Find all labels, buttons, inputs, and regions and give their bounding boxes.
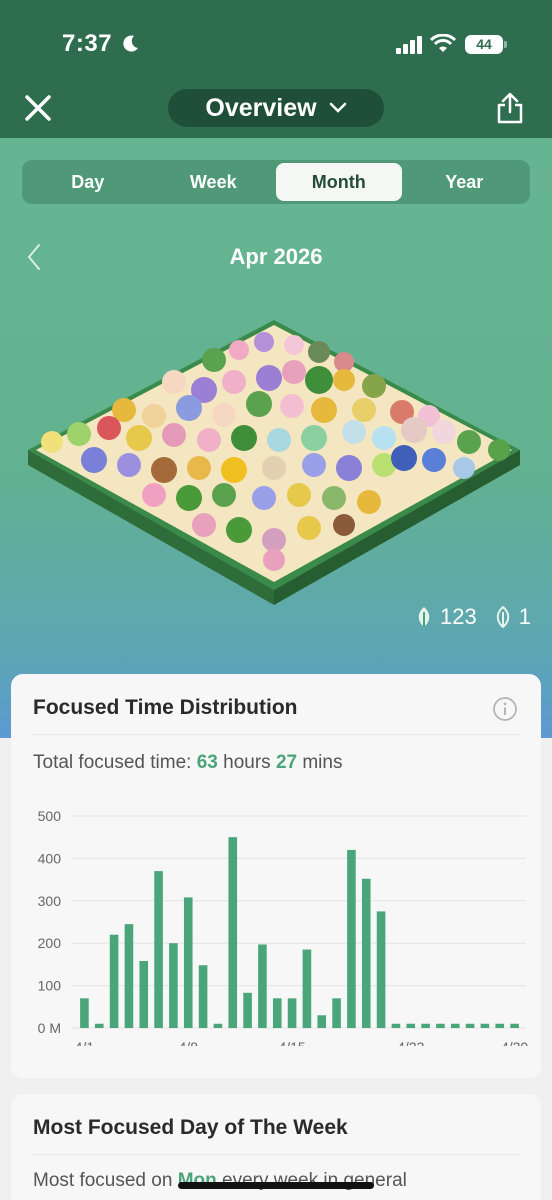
chart-bar [109, 934, 119, 1028]
x-tick-label: 4/1 [75, 1039, 95, 1046]
tab-year[interactable]: Year [402, 163, 528, 201]
total-prefix: Total focused time: [33, 752, 192, 773]
hours-label: hours [223, 752, 271, 773]
mins-label: mins [302, 752, 343, 773]
chart-bar [272, 998, 282, 1028]
focused-time-bar-chart: 0 M 100 200 300 400 500 4/1 4/8 4/15 4/23 4/30 [38, 808, 529, 1046]
chart-bar [347, 849, 356, 1028]
battery-tip [504, 41, 507, 48]
forest-illustration [28, 320, 520, 605]
chart-bar [154, 871, 163, 1028]
chart-bar [436, 1023, 445, 1028]
healthy-tree-icon [418, 607, 430, 627]
chart-bar [258, 944, 267, 1028]
wifi-icon [430, 34, 456, 52]
info-icon[interactable] [492, 696, 518, 722]
focused-time-card: Focused Time Distribution Total focused … [11, 674, 541, 1078]
y-tick-label: 400 [38, 850, 62, 866]
focused-time-title: Focused Time Distribution [33, 696, 298, 719]
share-icon[interactable] [496, 92, 524, 124]
chart-bar [510, 1023, 519, 1028]
chart-bar [302, 949, 312, 1028]
chart-bar [376, 911, 386, 1028]
overview-title: Overview [205, 93, 317, 122]
period-label: Apr 2026 [229, 244, 323, 269]
chart-bar [124, 924, 134, 1028]
chart-bar [495, 1023, 505, 1028]
battery-indicator: 44 [465, 35, 503, 54]
total-hours: 63 [196, 752, 218, 773]
chart-bar [361, 878, 371, 1028]
weekday-prefix: Most focused on [33, 1170, 173, 1191]
total-mins: 27 [275, 752, 298, 773]
most-focused-day-title: Most Focused Day of The Week [33, 1116, 348, 1139]
y-tick-label: 0 M [38, 1020, 61, 1036]
x-tick-label: 4/30 [501, 1039, 528, 1046]
chart-bar [450, 1023, 460, 1028]
total-focused-time: Total focused time: 63 hours 27 mins [33, 752, 342, 774]
chart-bar [287, 998, 297, 1028]
chart-bar [183, 897, 193, 1028]
x-tick-label: 4/15 [278, 1039, 305, 1046]
chart-bar [332, 998, 341, 1028]
tab-day[interactable]: Day [25, 163, 151, 201]
chart-bar [406, 1023, 416, 1028]
withered-tree-count: 1 [518, 604, 531, 629]
home-indicator[interactable] [178, 1182, 374, 1189]
chart-bar [421, 1023, 430, 1028]
chevron-down-icon [329, 102, 346, 113]
status-time: 7:37 [62, 30, 113, 57]
chart-bar [243, 992, 252, 1028]
chart-bar [391, 1023, 401, 1028]
card-divider [33, 1154, 519, 1155]
signal-icon [396, 36, 422, 54]
y-tick-label: 500 [38, 808, 62, 824]
withered-tree-icon [496, 606, 509, 628]
tab-week[interactable]: Week [151, 163, 277, 201]
forest-counts: 123 1 [414, 604, 531, 630]
chart-bar [317, 1015, 327, 1028]
y-tick-label: 100 [38, 978, 62, 994]
chart-bar [480, 1023, 490, 1028]
close-icon[interactable] [22, 92, 54, 124]
period-tabs: Day Week Month Year [22, 160, 530, 204]
tab-month[interactable]: Month [276, 163, 402, 201]
chart-bar [169, 943, 178, 1028]
overview-selector[interactable]: Overview [168, 89, 384, 127]
x-tick-label: 4/23 [397, 1039, 424, 1046]
chart-bar [139, 961, 149, 1028]
chart-bar [94, 1023, 104, 1028]
chart-bar [228, 837, 238, 1028]
chart-bar [198, 965, 208, 1028]
chart-bar [80, 998, 89, 1028]
y-tick-label: 200 [38, 935, 62, 951]
chart-bar [213, 1023, 223, 1028]
moon-icon [123, 35, 138, 52]
chart-bar [465, 1023, 475, 1028]
period-navigator: Apr 2026 [0, 240, 552, 274]
x-tick-label: 4/8 [179, 1039, 199, 1046]
healthy-tree-count: 123 [440, 604, 477, 629]
card-divider [33, 734, 519, 735]
y-tick-label: 300 [38, 893, 62, 909]
